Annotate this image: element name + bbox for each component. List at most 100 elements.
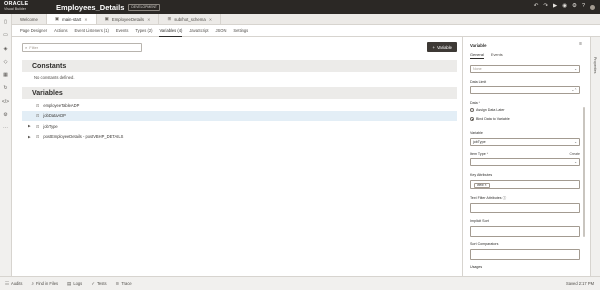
services-icon[interactable]: ◈ (4, 46, 8, 52)
constants-empty-message: No constants defined. (34, 75, 75, 80)
close-icon[interactable]: ✕ (209, 17, 212, 22)
create-type-link[interactable]: Create (569, 152, 580, 156)
undo-icon[interactable]: ↶ (534, 4, 539, 10)
settings-icon[interactable]: ⚙ (3, 113, 7, 118)
section-title: Constants (32, 62, 67, 70)
close-icon[interactable]: ✕ (84, 17, 87, 22)
key-attribute-chip[interactable]: view × (474, 183, 490, 188)
redo-icon[interactable]: ↷ (543, 4, 548, 10)
tab-events[interactable]: Events (116, 25, 129, 37)
data-limit-input[interactable]: ⌄⌃ (470, 86, 580, 94)
tab-variables[interactable]: Variables (4) (159, 25, 183, 37)
tab-javascript[interactable]: JavaScript (189, 25, 208, 37)
source-icon[interactable]: </> (2, 99, 9, 105)
tests-button[interactable]: ✓ Tests (91, 281, 106, 287)
scrollbar-thumb[interactable] (582, 107, 585, 237)
usages-label: Usages (470, 265, 483, 269)
logs-icon: ▤ (67, 280, 72, 286)
item-type-select[interactable]: ⌄ (470, 158, 580, 166)
business-objects-icon[interactable]: ◇ (4, 59, 8, 65)
tab-types[interactable]: Types (2) (135, 25, 152, 37)
logs-label: Logs (73, 281, 83, 286)
tab-page-designer[interactable]: Page Designer (20, 25, 47, 37)
radio-assign-later[interactable]: Assign Data Later (470, 108, 505, 112)
plus-icon: + (432, 44, 435, 50)
text-filter-label: Text Filter Attributes ⓘ (470, 196, 506, 201)
type-select[interactable]: None ⌄ (470, 65, 580, 73)
tab-actions[interactable]: Actions (54, 25, 67, 37)
audits-icon: ☷ (5, 280, 10, 286)
user-avatar[interactable] (590, 4, 595, 10)
search-icon: ⌕ (31, 281, 34, 286)
properties-rail[interactable]: Properties (590, 37, 600, 276)
file-tab-employeedetails[interactable]: ▣ EmployeeDetails ✕ (97, 14, 160, 24)
data-label: Data * (470, 101, 480, 105)
text-filter-field[interactable] (470, 203, 580, 213)
variables-section-header[interactable]: Variables (22, 87, 457, 99)
trace-button[interactable]: ≋ Trace (116, 281, 132, 287)
brand-product: Visual Builder (4, 6, 26, 11)
file-tab-schema[interactable]: ⊞ sub/hot_schema ✕ (159, 14, 222, 24)
variable-row[interactable]: ▶ ⊡ jobType (22, 121, 457, 132)
section-title: Variables (32, 89, 63, 97)
add-variable-label: Variable (436, 44, 452, 50)
chevron-down-icon: ⌄ (574, 67, 577, 71)
find-in-files-button[interactable]: ⌕ Find in Files (31, 281, 58, 286)
tab-json[interactable]: JSON (216, 25, 227, 37)
variable-select-value: jobType (473, 140, 486, 144)
property-panel: Variable ≡ General Events None ⌄ Data Li… (462, 37, 590, 276)
variable-select[interactable]: jobType ⌄ (470, 138, 580, 146)
remove-chip-icon[interactable]: × (485, 183, 487, 187)
variable-row[interactable]: ⊡ employeeTableADP (22, 100, 457, 111)
file-tab-welcome[interactable]: Welcome (12, 14, 47, 24)
help-icon[interactable]: ? (582, 4, 585, 10)
audits-button[interactable]: ☷ Audits (5, 281, 22, 287)
panel-title: Variable (470, 43, 487, 48)
add-variable-button[interactable]: + Variable (427, 42, 457, 52)
required-marker: * (486, 152, 489, 156)
variable-row-selected[interactable]: ⊡ jobDataADP (22, 110, 457, 121)
environment-badge[interactable]: DEVELOPMENT (128, 3, 160, 11)
gear-icon[interactable]: ⚙ (572, 4, 577, 10)
processes-icon[interactable]: ↻ (3, 86, 7, 91)
file-tabs: Welcome ▣ main-start ✕ ▣ EmployeeDetails… (12, 14, 600, 25)
tab-events[interactable]: Events (491, 52, 503, 59)
data-label-text: Data (470, 101, 478, 105)
bell-icon[interactable]: ◉ (562, 4, 567, 10)
web-apps-icon[interactable]: ▭ (3, 33, 8, 38)
stepper-icon[interactable]: ⌄⌃ (571, 88, 577, 92)
tab-event-listeners[interactable]: Event Listeners (1) (75, 25, 109, 37)
top-header: ORACLE Visual Builder Employees_Details … (0, 0, 600, 14)
variable-name: employeeTableADP (43, 102, 80, 108)
radio-circle[interactable] (470, 108, 474, 112)
variable-row[interactable]: ▶ ⊡ postEmployeeDetails - postVBHP_DETAI… (22, 132, 457, 143)
panel-scrollbar[interactable] (582, 37, 585, 276)
page-icon: ▣ (104, 16, 109, 21)
logs-button[interactable]: ▤ Logs (67, 281, 82, 287)
filter-input[interactable] (29, 45, 130, 50)
trace-label: Trace (121, 281, 132, 286)
sort-comparators-field[interactable] (470, 249, 580, 260)
implicit-sort-field[interactable] (470, 226, 580, 237)
run-icon[interactable]: ▶ (553, 4, 557, 10)
find-in-files-label: Find in Files (35, 281, 59, 286)
text-filter-label-text: Text Filter Attributes (470, 196, 502, 200)
filter-box[interactable]: ⌕ (22, 43, 142, 52)
tab-general[interactable]: General (470, 52, 484, 59)
mobile-apps-icon[interactable]: ▯ (4, 20, 7, 25)
radio-circle-selected[interactable] (470, 117, 474, 121)
constants-section-header[interactable]: Constants (22, 60, 457, 72)
expand-chevron-icon[interactable]: ▶ (28, 135, 32, 139)
info-icon[interactable]: ⓘ (503, 196, 507, 200)
components-icon[interactable]: ▦ (3, 73, 8, 78)
file-tab-main-start[interactable]: ▣ main-start ✕ (46, 14, 97, 24)
close-icon[interactable]: ✕ (147, 17, 150, 22)
tab-settings[interactable]: Settings (233, 25, 248, 37)
schema-icon: ⊞ (167, 16, 172, 21)
more-icon[interactable]: ⋯ (3, 126, 8, 131)
expand-chevron-icon[interactable]: ▶ (28, 124, 32, 128)
item-type-label-text: Item Type (470, 152, 486, 156)
radio-bind-data[interactable]: Bind Data to Variable (470, 117, 510, 121)
key-attributes-field[interactable]: view × (470, 180, 580, 189)
sort-comparators-label: Sort Comparators (470, 242, 499, 246)
